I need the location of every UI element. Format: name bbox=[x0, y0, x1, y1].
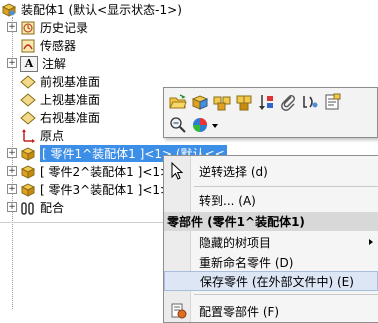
menu-item-label: 配置零部件 (F) bbox=[199, 304, 280, 319]
tree-item-label: [ 零件2^装配体1 ]<1> bbox=[40, 165, 171, 179]
component-properties-icon[interactable] bbox=[323, 93, 341, 111]
tree-item-label: 注解 bbox=[42, 57, 67, 71]
isolate-icon[interactable] bbox=[257, 93, 275, 111]
tree-bottom-divider bbox=[0, 222, 163, 223]
plane-icon bbox=[20, 92, 36, 108]
menu-item-save-part-external[interactable]: 保存零件 (在外部文件中) (E) bbox=[164, 271, 378, 291]
menu-separator bbox=[194, 294, 378, 295]
hide-components-icon[interactable] bbox=[213, 93, 231, 111]
expand-mates-toggle[interactable]: + bbox=[7, 202, 17, 212]
menu-item-label: 逆转选择 (d) bbox=[199, 164, 268, 179]
part-icon bbox=[20, 164, 36, 180]
open-part-icon[interactable] bbox=[169, 93, 187, 111]
menu-item-invert-selection[interactable]: 逆转选择 (d) bbox=[164, 161, 378, 181]
tree-item-label: [ 零件3^装配体1 ]<1> bbox=[40, 183, 171, 197]
history-icon bbox=[20, 20, 36, 36]
configure-component-icon bbox=[171, 303, 187, 322]
tree-item-label: 配合 bbox=[40, 201, 65, 215]
tree-item-front-plane[interactable]: 前视基准面 bbox=[20, 72, 100, 91]
tree-item-sensors[interactable]: 传感器 bbox=[20, 36, 76, 55]
expand-part1-toggle[interactable]: + bbox=[7, 148, 17, 158]
edit-component-icon[interactable] bbox=[191, 93, 209, 111]
menu-item-hidden-tree-items[interactable]: 隐藏的树项目 bbox=[164, 232, 378, 252]
paperclip-icon[interactable] bbox=[279, 93, 297, 111]
mates-icon bbox=[20, 200, 36, 216]
appearance-icon[interactable] bbox=[191, 116, 209, 134]
tree-item-mates[interactable]: 配合 bbox=[20, 198, 64, 217]
menu-item-rename-part[interactable]: 重新命名零件 (D) bbox=[164, 252, 378, 272]
tree-item-part3[interactable]: [ 零件3^装配体1 ]<1> bbox=[20, 180, 170, 199]
expand-history-toggle[interactable]: + bbox=[7, 22, 17, 32]
tree-item-origin[interactable]: 原点 bbox=[20, 126, 64, 145]
sensor-icon bbox=[20, 38, 36, 54]
menu-item-configure-component[interactable]: 配置零部件 (F) bbox=[164, 301, 378, 321]
expand-part2-toggle[interactable]: + bbox=[7, 166, 17, 176]
menu-item-label: 重新命名零件 (D) bbox=[199, 255, 294, 270]
expand-part3-toggle[interactable]: + bbox=[7, 184, 17, 194]
menu-item-label: 保存零件 (在外部文件中) (E) bbox=[200, 274, 354, 289]
menu-section-header: 零部件 (零件1^装配体1) bbox=[164, 212, 378, 231]
annotation-icon: A bbox=[20, 55, 38, 72]
context-toolbar bbox=[163, 87, 378, 138]
menu-section-header-text: 零部件 (零件1^装配体1) bbox=[167, 215, 305, 229]
part-icon bbox=[20, 182, 36, 198]
tree-item-annotations[interactable]: A 注解 bbox=[20, 54, 66, 73]
submenu-arrow-icon bbox=[369, 239, 373, 245]
tree-root-label: 装配体1 (默认<显示状态-1>) bbox=[21, 3, 182, 17]
tree-item-top-plane[interactable]: 上视基准面 bbox=[20, 90, 100, 109]
context-menu: 逆转选择 (d) 转到... (A) 零部件 (零件1^装配体1) 隐藏的树项目… bbox=[163, 155, 378, 323]
tree-item-label: 传感器 bbox=[40, 39, 77, 53]
tree-item-label: 历史记录 bbox=[40, 21, 89, 35]
part-icon bbox=[20, 146, 36, 162]
zoom-to-selection-icon[interactable] bbox=[169, 116, 187, 134]
tree-item-right-plane[interactable]: 右视基准面 bbox=[20, 108, 100, 127]
plane-icon bbox=[20, 110, 36, 126]
tree-item-history[interactable]: 历史记录 bbox=[20, 18, 88, 37]
origin-icon bbox=[20, 128, 36, 144]
menu-item-goto[interactable]: 转到... (A) bbox=[164, 190, 378, 210]
menu-item-label: 转到... (A) bbox=[199, 193, 256, 208]
assembly-icon bbox=[1, 2, 17, 18]
expand-annotations-toggle[interactable]: + bbox=[7, 58, 17, 68]
menu-separator bbox=[194, 186, 378, 187]
tree-item-label: 右视基准面 bbox=[40, 111, 101, 125]
change-transparency-icon[interactable] bbox=[235, 93, 253, 111]
tree-item-label: 上视基准面 bbox=[40, 93, 101, 107]
cursor-arrow-icon bbox=[171, 161, 185, 183]
dropdown-arrow-icon[interactable] bbox=[212, 124, 218, 128]
menu-item-label: 隐藏的树项目 bbox=[199, 235, 272, 250]
tree-root-assembly[interactable]: 装配体1 (默认<显示状态-1>) bbox=[1, 0, 182, 19]
tree-item-label: 前视基准面 bbox=[40, 75, 101, 89]
plane-icon bbox=[20, 74, 36, 90]
smart-mates-icon[interactable] bbox=[301, 93, 319, 111]
tree-item-label: 原点 bbox=[40, 129, 65, 143]
tree-item-part2[interactable]: [ 零件2^装配体1 ]<1> bbox=[20, 162, 170, 181]
